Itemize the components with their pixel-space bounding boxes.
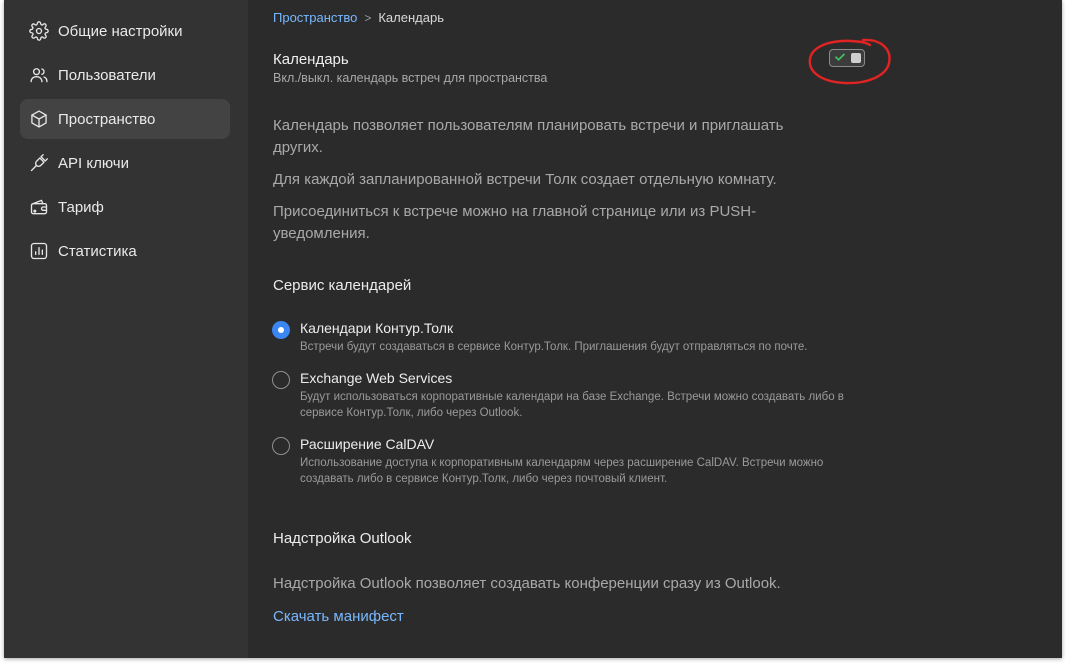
radio-option-description: Использование доступа к корпоративным ка… [300, 457, 824, 485]
breadcrumb-link-space[interactable]: Пространство [273, 10, 357, 25]
radio-option-label[interactable]: Exchange Web Services [300, 370, 452, 386]
cube-icon [28, 108, 50, 130]
radio-button[interactable] [272, 321, 290, 339]
users-icon [28, 64, 50, 86]
sidebar-item-label: Пользователи [58, 66, 156, 84]
calendar-description-3: Присоединиться к встрече можно на главно… [273, 203, 757, 242]
sidebar-item-label: Общие настройки [58, 22, 183, 40]
gear-icon [28, 20, 50, 42]
wallet-icon [28, 196, 50, 218]
calendar-service-heading: Сервис календарей [273, 277, 412, 294]
radio-option-label[interactable]: Расширение CalDAV [300, 436, 434, 452]
radio-button[interactable] [272, 437, 290, 455]
calendar-description-2: Для каждой запланированной встречи Толк … [273, 171, 777, 188]
radio-option-label[interactable]: Календари Контур.Толк [300, 320, 453, 336]
toggle-knob [851, 52, 861, 63]
plug-icon [28, 152, 50, 174]
sidebar-item-label: Статистика [58, 242, 137, 260]
sidebar-item-api-keys[interactable]: API ключи [20, 143, 230, 183]
download-manifest-link[interactable]: Скачать манифест [273, 608, 404, 625]
breadcrumb-separator: > [364, 10, 372, 25]
radio-option-description: Встречи будут создаваться в сервисе Конт… [300, 341, 808, 353]
sidebar: Общие настройки Пользователи Пространств… [4, 0, 248, 658]
main-content: Пространство > Календарь Календарь Вкл./… [248, 0, 1062, 658]
app-window: Общие настройки Пользователи Пространств… [4, 0, 1062, 658]
page-subtitle: Вкл./выкл. календарь встреч для простран… [273, 71, 548, 85]
sidebar-item-label: Тариф [58, 198, 104, 216]
sidebar-item-users[interactable]: Пользователи [20, 55, 230, 95]
breadcrumb: Пространство > Календарь [273, 10, 444, 25]
calendar-description-1: Календарь позволяет пользователям планир… [273, 117, 784, 156]
sidebar-item-label: API ключи [58, 154, 129, 172]
breadcrumb-current: Календарь [378, 10, 444, 25]
sidebar-item-space[interactable]: Пространство [20, 99, 230, 139]
chart-icon [28, 240, 50, 262]
check-icon [835, 53, 845, 61]
radio-button[interactable] [272, 371, 290, 389]
outlook-addin-description: Надстройка Outlook позволяет создавать к… [273, 575, 781, 592]
sidebar-item-statistics[interactable]: Статистика [20, 231, 230, 271]
calendar-toggle[interactable] [829, 49, 865, 67]
sidebar-item-tariff[interactable]: Тариф [20, 187, 230, 227]
sidebar-item-general-settings[interactable]: Общие настройки [20, 11, 230, 51]
page-title: Календарь [273, 51, 349, 68]
sidebar-item-label: Пространство [58, 110, 156, 128]
radio-option-description: Будут использоваться корпоративные кален… [300, 391, 844, 419]
outlook-addin-heading: Надстройка Outlook [273, 530, 412, 547]
